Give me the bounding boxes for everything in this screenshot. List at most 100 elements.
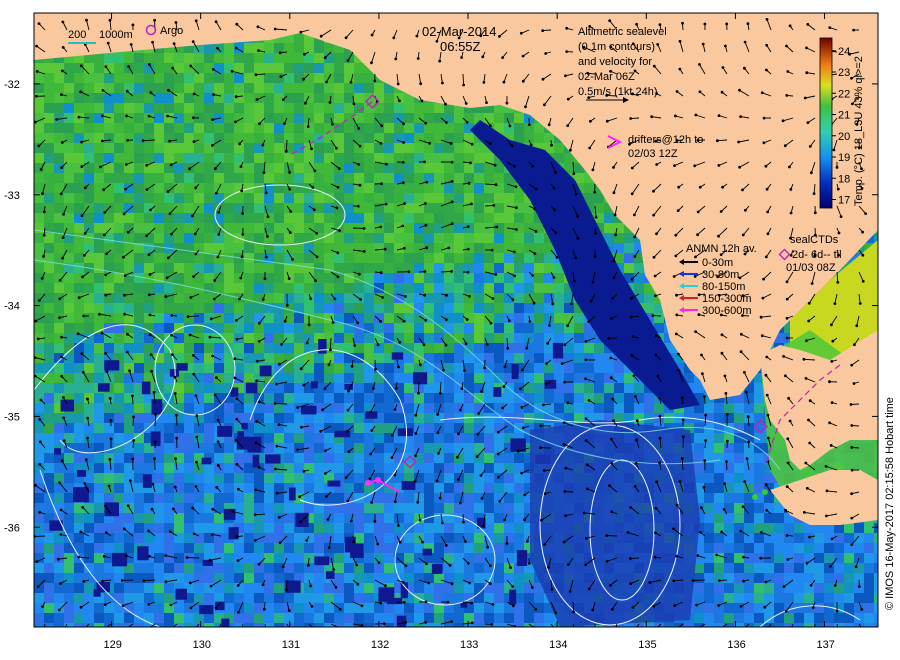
sst-cell: [324, 173, 334, 183]
sst-cell: [164, 543, 174, 553]
sst-cell: [414, 253, 424, 263]
sst-cell: [324, 213, 334, 223]
sst-cell: [454, 483, 464, 493]
sst-cell: [344, 583, 354, 593]
sst-cell: [264, 533, 274, 543]
sst-cell: [164, 263, 174, 273]
sst-cell: [534, 273, 544, 283]
sst-cell: [284, 333, 294, 343]
sst-cell: [224, 153, 234, 163]
sst-cell: [144, 53, 154, 63]
sst-cell: [334, 153, 344, 163]
sst-cell: [474, 323, 484, 333]
sst-cell: [404, 253, 414, 263]
sst-cell: [444, 423, 454, 433]
sst-cell: [354, 103, 364, 113]
sst-cell: [314, 203, 324, 213]
sst-cell: [164, 173, 174, 183]
sst-cell: [84, 73, 94, 83]
sst-cell: [384, 133, 394, 143]
sst-cell: [854, 523, 864, 533]
sst-cell: [154, 183, 164, 193]
sst-cell: [534, 303, 544, 313]
sst-cell: [244, 493, 254, 503]
sst-cell: [134, 183, 144, 193]
sst-cell: [484, 373, 494, 383]
sst-cell: [374, 133, 384, 143]
sst-cell: [514, 213, 524, 223]
sst-cell: [94, 293, 104, 303]
sst-cell: [314, 83, 324, 93]
sst-cell: [274, 293, 284, 303]
sst-cell: [494, 503, 504, 513]
sst-cell: [254, 93, 264, 103]
sst-cell: [164, 423, 174, 433]
sst-cell: [384, 403, 394, 413]
sst-cell: [304, 423, 314, 433]
sst-cell: [54, 193, 64, 203]
sst-cell: [84, 293, 94, 303]
sst-cell: [394, 413, 404, 423]
sst-cell: [454, 363, 464, 373]
sst-cell: [154, 263, 164, 273]
sst-cell: [524, 403, 534, 413]
sst-cell: [474, 303, 484, 313]
sst-cell: [94, 363, 104, 373]
sst-cell: [284, 403, 294, 413]
sst-cell: [84, 173, 94, 183]
sst-cell: [214, 93, 224, 103]
sst-cell: [144, 143, 154, 153]
sst-cell: [94, 143, 104, 153]
sst-cell: [74, 223, 84, 233]
sst-cell: [334, 83, 344, 93]
sst-cell: [124, 343, 134, 353]
sst-cell: [164, 453, 174, 463]
sst-cell: [114, 473, 124, 483]
sst-cell: [384, 363, 394, 373]
sst-cell: [494, 513, 504, 523]
sst-cell: [334, 543, 344, 553]
sst-cell: [344, 213, 354, 223]
sst-cell: [534, 593, 544, 603]
sst-cell: [494, 263, 504, 273]
sst-cell: [184, 403, 194, 413]
sst-cell: [294, 93, 304, 103]
sst-cell: [384, 223, 394, 233]
sst-cell: [404, 183, 414, 193]
sst-cell: [724, 413, 734, 423]
sst-cell: [284, 83, 294, 93]
sst-cell: [294, 593, 304, 603]
sst-cell: [294, 463, 304, 473]
sst-cell: [64, 173, 74, 183]
sst-cell: [474, 563, 484, 573]
sst-cell: [224, 573, 234, 583]
sst-cell: [364, 543, 374, 553]
sst-cell: [314, 513, 324, 523]
sst-cell: [34, 533, 44, 543]
sst-cell: [144, 133, 154, 143]
sst-cell: [464, 223, 474, 233]
sst-cell: [464, 273, 474, 283]
sst-cell: [264, 133, 274, 143]
sst-cell: [284, 173, 294, 183]
sst-cell: [274, 323, 284, 333]
sst-cell: [344, 203, 354, 213]
sst-cell: [44, 353, 54, 363]
sst-cell: [354, 253, 364, 263]
sst-cell: [804, 543, 814, 553]
sst-cell: [414, 163, 424, 173]
sst-cell: [284, 233, 294, 243]
sst-cell: [424, 453, 434, 463]
sst-cell: [514, 233, 524, 243]
sst-cell: [174, 173, 184, 183]
sst-cell: [264, 123, 274, 133]
sst-cell: [384, 573, 394, 583]
sst-cell: [414, 103, 424, 113]
sst-cell: [444, 303, 454, 313]
sst-cell: [54, 373, 64, 383]
sst-cell: [214, 103, 224, 113]
sst-cell: [374, 453, 384, 463]
sst-cell: [94, 553, 104, 563]
sst-cell: [344, 83, 354, 93]
sst-cell: [164, 593, 174, 603]
